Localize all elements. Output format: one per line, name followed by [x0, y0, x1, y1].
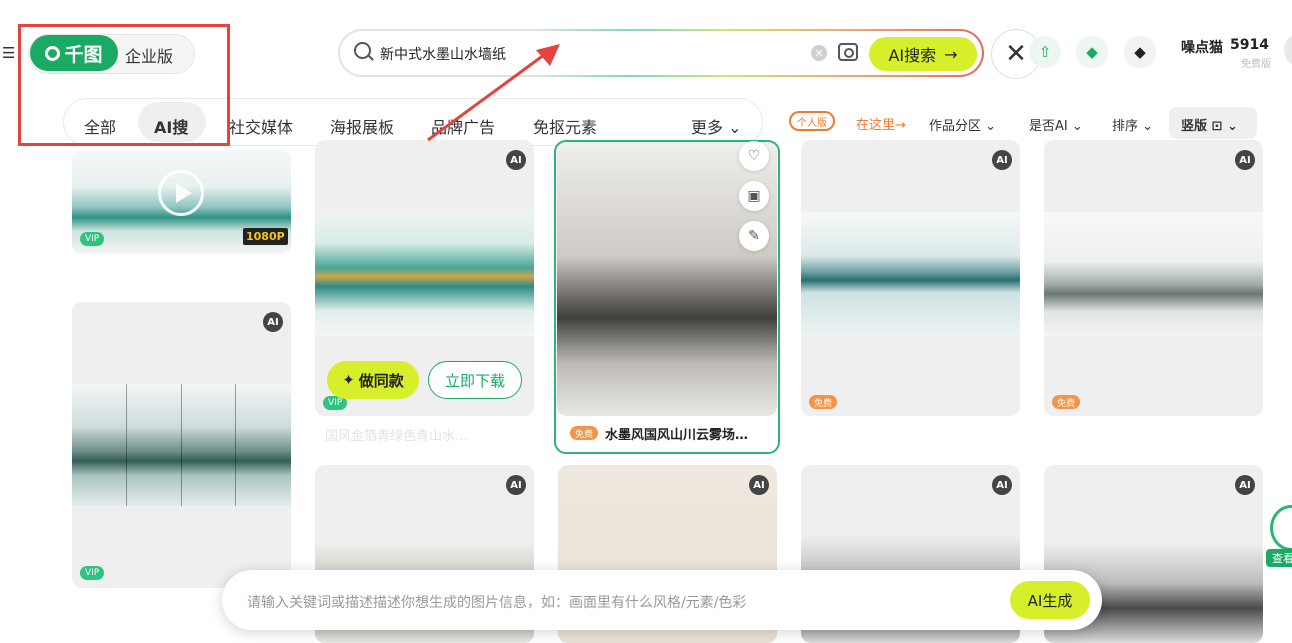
category-poster[interactable]: 海报展板 [330, 114, 394, 138]
favorite-icon[interactable]: ♡ [739, 141, 769, 171]
bulb-icon [1270, 505, 1292, 551]
free-tag: 免费 [1052, 395, 1081, 409]
card-caption[interactable]: 国风金箔青绿色青山水… [325, 425, 468, 444]
filter-ai-dropdown[interactable]: 是否AI ⌄ [1029, 115, 1083, 134]
magic-edit-icon[interactable]: ✎ [739, 221, 769, 251]
menu-icon[interactable]: ☰ [2, 44, 15, 62]
sparkle-icon: ✦ [342, 371, 355, 389]
camera-icon[interactable] [838, 43, 858, 61]
download-button[interactable]: 立即下载 [428, 361, 522, 399]
ai-badge: AI [749, 475, 769, 495]
make-same-label: 做同款 [358, 371, 404, 390]
resolution-badge: 1080P [243, 228, 288, 245]
category-cutout[interactable]: 免抠元素 [533, 114, 597, 138]
card-image [801, 212, 1020, 336]
close-icon: ✕ [1005, 39, 1027, 69]
check-label: 查看 [1266, 549, 1292, 567]
ai-badge: AI [1235, 475, 1255, 495]
ai-generate-button[interactable]: AI生成 [1010, 581, 1090, 619]
card-birds[interactable]: AI 免费 [1044, 140, 1263, 416]
arrow-right-icon: → [944, 44, 958, 64]
search-icon [354, 42, 371, 59]
vip-tag: VIP [80, 566, 105, 580]
ai-badge: AI [263, 312, 283, 332]
here-link[interactable]: 在这里→ [856, 114, 906, 133]
user-name[interactable]: 噪点猫 [1181, 37, 1223, 57]
diamond-black-icon[interactable]: ◆ [1124, 36, 1156, 68]
free-tag: 免费 [809, 395, 838, 409]
annotation-highlight-box [18, 24, 230, 146]
play-icon[interactable] [158, 170, 204, 216]
ai-badge: AI [1235, 150, 1255, 170]
card-image [315, 212, 534, 336]
category-more-dropdown[interactable]: 更多 ⌄ [691, 114, 742, 138]
ai-badge: AI [506, 475, 526, 495]
category-brand-ad[interactable]: 品牌广告 [431, 114, 495, 138]
user-plan-badge: 免费版 [1241, 59, 1271, 70]
clear-icon[interactable]: × [811, 45, 827, 61]
ai-badge: AI [992, 475, 1012, 495]
divider [235, 384, 236, 506]
upload-icon[interactable]: ⇧ [1029, 36, 1061, 68]
make-same-button[interactable]: ✦ 做同款 [327, 361, 419, 399]
card-lake[interactable]: AI 免费 [801, 140, 1020, 416]
ai-search-button[interactable]: AI搜索 → [869, 37, 977, 71]
search-input[interactable]: 新中式水墨山水墙纸 [380, 44, 506, 64]
card-image [1044, 212, 1263, 336]
divider [126, 384, 127, 506]
filter-section-dropdown[interactable]: 作品分区 ⌄ [929, 115, 996, 134]
filter-layout-dropdown[interactable]: 竖版 ⊡ ⌄ [1181, 115, 1238, 134]
vip-tag: VIP [80, 232, 105, 246]
floating-check-widget[interactable]: 查看 [1266, 505, 1292, 567]
divider [181, 384, 182, 506]
filter-sort-dropdown[interactable]: 排序 ⌄ [1112, 115, 1153, 134]
diamond-green-icon[interactable]: ◆ [1076, 36, 1108, 68]
user-points: 5914 [1230, 37, 1269, 53]
ai-badge: AI [506, 150, 526, 170]
ai-prompt-input[interactable]: 请输入关键词或描述描述你想生成的图片信息，如：画面里有什么风格/元素/色彩 [247, 592, 746, 612]
screen-panel-dividers [72, 384, 291, 506]
ai-search-label: AI搜索 [888, 46, 937, 65]
image-search-icon[interactable]: ▣ [739, 181, 769, 211]
ai-badge: AI [992, 150, 1012, 170]
category-social-media[interactable]: 社交媒体 [229, 114, 293, 138]
personal-version-badge[interactable]: 个人版 [789, 111, 835, 131]
